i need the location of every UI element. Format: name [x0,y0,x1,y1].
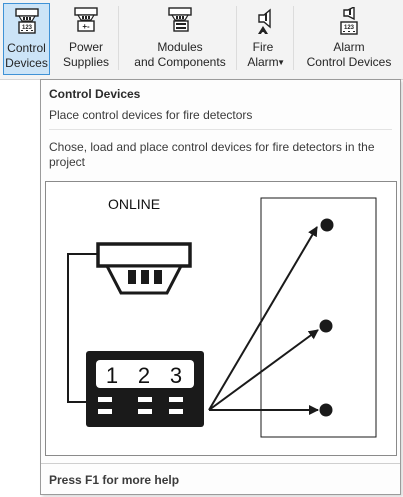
arrow-line [208,226,318,411]
arrow-line [208,329,319,411]
ribbon-separator [236,6,237,70]
placement-point [319,403,333,417]
button-label-line1: Control [7,41,46,55]
svg-text:123: 123 [344,25,355,31]
button-label-line1: Alarm [333,40,365,54]
display-digit-1: 1 [106,363,118,388]
tooltip-title: Control Devices [49,87,141,101]
tooltip-help-text: Press F1 for more help [49,473,180,487]
button-label-line2: Devices [5,56,48,70]
placement-point [319,319,333,333]
ribbon-separator [293,6,294,70]
workspace-background [0,80,40,497]
svg-text:+-: +- [82,22,90,31]
tooltip-divider [41,463,400,464]
placement-point [320,218,334,232]
alarm-control-devices-button[interactable]: 123 Alarm Control Devices [300,3,398,75]
module-icon [168,7,192,32]
online-label: ONLINE [108,196,160,212]
tooltip-popup: Control Devices Place control devices fo… [40,79,401,495]
tooltip-illustration: ONLINE 1 2 3 [45,181,397,456]
tooltip-divider [49,129,392,130]
button-label-line1: Fire [252,40,274,54]
tooltip-description: Chose, load and place control devices fo… [49,140,375,169]
button-label-line2: Control Devices [306,55,392,69]
ribbon-separator [118,6,119,70]
illustration-svg: ONLINE 1 2 3 [67,196,377,438]
power-supply-icon: +- [74,7,98,32]
button-label-line1: Power [68,40,103,54]
target-area [260,197,377,438]
modules-components-button[interactable]: Modules and Components [131,3,229,75]
tooltip-subtitle: Place control devices for fire detectors [49,108,253,122]
display-digit-3: 3 [170,363,182,388]
fire-alarm-button[interactable]: Fire Alarm ▼ [243,3,289,75]
button-label-line2: Supplies [62,55,110,69]
button-label-line1: Modules [157,40,203,54]
control-devices-button[interactable]: 123 Control Devices [3,3,50,75]
ribbon: 123 Control Devices +- Power Supplies Mo… [0,0,403,80]
alarm-control-icon: 123 [340,7,358,35]
button-label-line2: and Components [134,55,226,69]
control-device-icon: 123 [14,8,39,34]
display-digit-2: 2 [138,363,150,388]
fire-alarm-icon [258,8,271,34]
power-supplies-button[interactable]: +- Power Supplies [57,3,115,75]
fire-detector-icon [96,242,192,295]
dropdown-arrow-icon[interactable]: ▼ [277,55,285,70]
